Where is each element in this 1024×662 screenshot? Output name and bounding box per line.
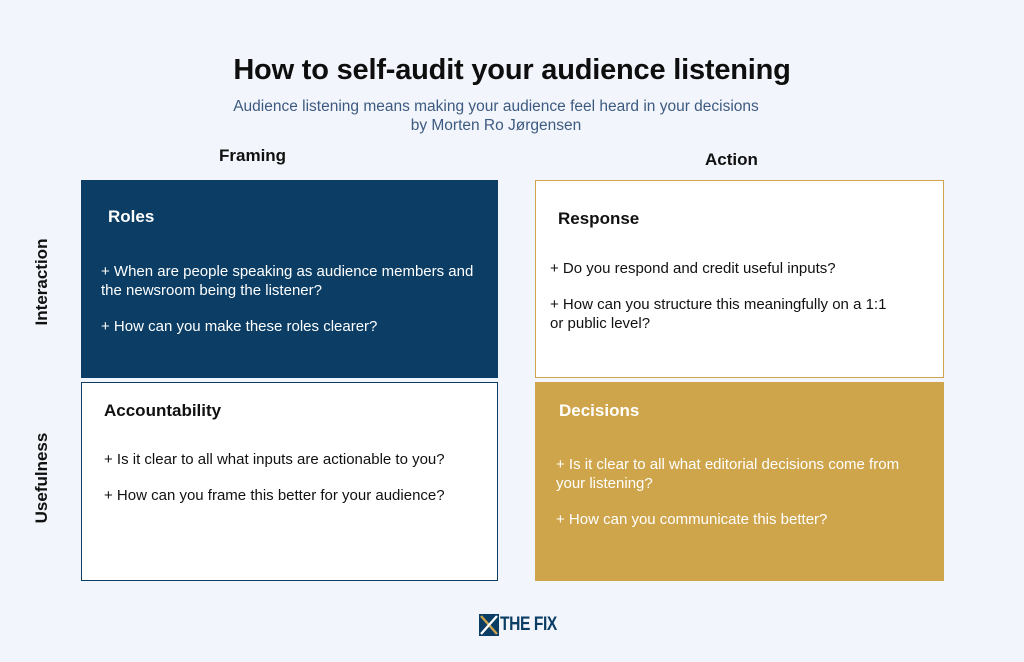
the-fix-logo: THE FIX	[479, 613, 569, 637]
card-roles: Roles + When are people speaking as audi…	[81, 180, 498, 378]
card-response-item: + Do you respond and credit useful input…	[550, 260, 836, 277]
card-response-item: + How can you structure this meaningfull…	[550, 296, 887, 332]
card-decisions-title: Decisions	[559, 401, 640, 420]
card-accountability-item: + How can you frame this better for your…	[104, 487, 445, 504]
row-header-usefulness: Usefulness	[32, 432, 51, 524]
the-fix-logo-mark-icon	[479, 614, 499, 636]
card-response-body: + Do you respond and credit useful input…	[550, 259, 900, 350]
column-header-framing: Framing	[219, 146, 287, 165]
page-subtitle: Audience listening means making your aud…	[0, 97, 992, 135]
card-decisions: Decisions + Is it clear to all what edit…	[535, 382, 944, 581]
card-response: Response + Do you respond and credit use…	[535, 180, 944, 378]
card-accountability-item: + Is it clear to all what inputs are act…	[104, 451, 445, 468]
subtitle-line-1: Audience listening means making your aud…	[233, 98, 759, 115]
column-header-action: Action	[705, 150, 758, 169]
card-roles-title: Roles	[108, 207, 155, 226]
card-decisions-body: + Is it clear to all what editorial deci…	[556, 455, 906, 546]
logo-text: THE FIX	[500, 614, 557, 635]
card-roles-item: + How can you make these roles clearer?	[101, 318, 378, 335]
card-accountability: Accountability + Is it clear to all what…	[81, 382, 498, 581]
card-roles-body: + When are people speaking as audience m…	[101, 262, 481, 353]
card-accountability-title: Accountability	[104, 401, 222, 420]
card-response-title: Response	[558, 209, 640, 228]
card-roles-item: + When are people speaking as audience m…	[101, 263, 474, 299]
row-header-interaction: Interaction	[32, 238, 51, 326]
card-decisions-item: + How can you communicate this better?	[556, 511, 828, 528]
card-decisions-item: + Is it clear to all what editorial deci…	[556, 456, 900, 492]
subtitle-author: by Morten Ro Jørgensen	[410, 117, 582, 134]
card-accountability-body: + Is it clear to all what inputs are act…	[104, 450, 449, 522]
page-title: How to self-audit your audience listenin…	[233, 54, 791, 86]
